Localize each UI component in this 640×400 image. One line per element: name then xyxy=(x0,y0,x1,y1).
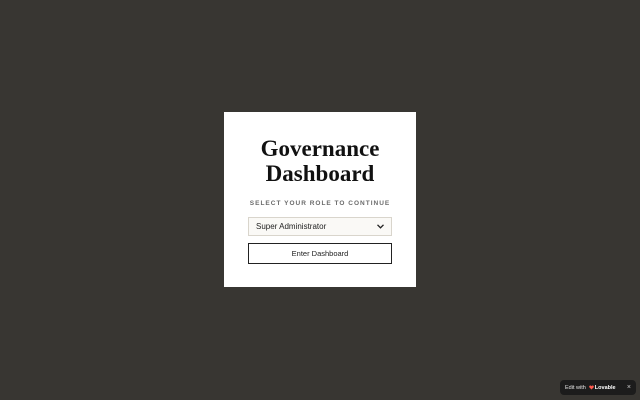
badge-brand-label: Lovable xyxy=(594,384,616,391)
page-title: Governance Dashboard xyxy=(0,136,640,186)
title-line-1: Governance xyxy=(260,136,380,161)
chevron-down-icon xyxy=(376,223,384,231)
heart-icon xyxy=(588,385,594,390)
role-select-value: Super Administrator xyxy=(256,222,327,231)
page: Governance Dashboard SELECT YOUR ROLE TO… xyxy=(0,0,640,400)
title-line-2: Dashboard xyxy=(265,161,375,186)
role-select[interactable]: Super Administrator xyxy=(248,217,392,236)
enter-dashboard-button[interactable]: Enter Dashboard xyxy=(248,243,392,264)
close-icon[interactable]: × xyxy=(627,384,631,391)
role-prompt: SELECT YOUR ROLE TO CONTINUE xyxy=(249,200,391,207)
badge-edit-label: Edit with xyxy=(565,384,586,391)
edit-with-lovable-badge[interactable]: Edit with Lovable × xyxy=(560,380,636,395)
